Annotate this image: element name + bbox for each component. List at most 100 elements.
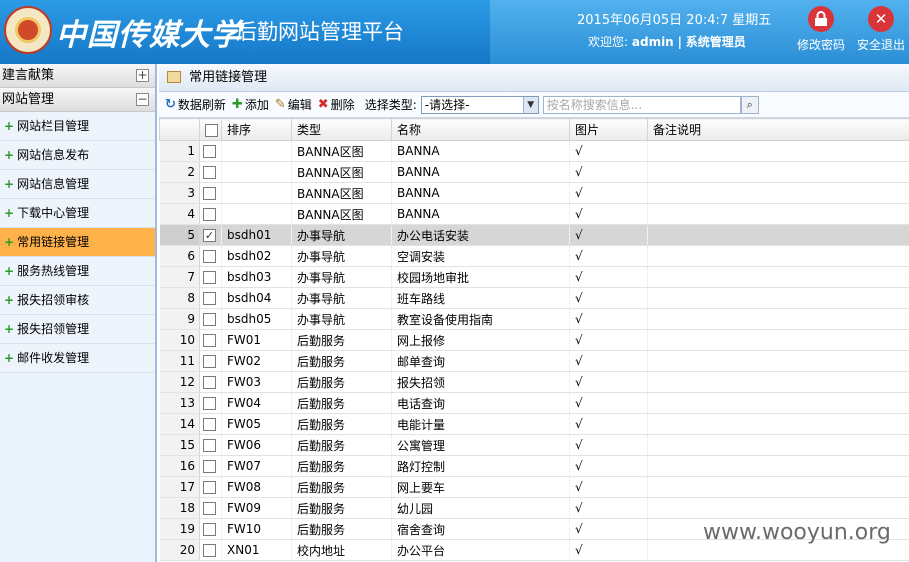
table-row[interactable]: 15 FW06 后勤服务 公寓管理 √ xyxy=(159,434,909,456)
table-row[interactable]: 18 FW09 后勤服务 幼儿园 √ xyxy=(159,497,909,519)
row-checkbox[interactable] xyxy=(203,250,216,263)
row-checkbox-cell[interactable] xyxy=(199,371,222,393)
row-checkbox-cell[interactable]: ✓ xyxy=(199,224,222,246)
sidebar-item-info-publish[interactable]: + 网站信息发布 xyxy=(0,141,155,170)
row-checkbox-cell[interactable] xyxy=(199,308,222,330)
delete-button[interactable]: ✖ 删除 xyxy=(318,96,355,113)
type-filter-select[interactable]: -请选择- ▼ xyxy=(420,95,539,114)
cell-image: √ xyxy=(569,371,648,393)
cell-note xyxy=(647,329,909,351)
links-table: 排序 类型 名称 图片 备注说明 1 BANNA区图 BANNA √ 2 BANNA区图 B… xyxy=(159,118,909,561)
edit-icon: ✎ xyxy=(274,97,286,112)
search-input[interactable]: 按名称搜索信息... xyxy=(542,95,741,114)
table-row[interactable]: 12 FW03 后勤服务 报失招领 √ xyxy=(159,371,909,393)
table-row[interactable]: 1 BANNA区图 BANNA √ xyxy=(159,140,909,162)
row-checkbox-cell[interactable] xyxy=(199,287,222,309)
table-row[interactable]: 3 BANNA区图 BANNA √ xyxy=(159,182,909,204)
row-checkbox-cell[interactable] xyxy=(199,203,222,225)
sidebar-item-column-mgmt[interactable]: + 网站栏目管理 xyxy=(0,112,155,141)
row-checkbox-cell[interactable] xyxy=(199,161,222,183)
cell-type: 后勤服务 xyxy=(291,329,392,351)
row-number: 9 xyxy=(159,308,200,330)
cell-type: 办事导航 xyxy=(291,266,392,288)
column-header-image[interactable]: 图片 xyxy=(569,118,648,141)
row-checkbox-cell[interactable] xyxy=(199,497,222,519)
add-button[interactable]: ✚ 添加 xyxy=(232,96,269,113)
table-row[interactable]: 4 BANNA区图 BANNA √ xyxy=(159,203,909,225)
row-checkbox[interactable] xyxy=(203,544,216,557)
sidebar-item-lostfound-review[interactable]: + 报失招领审核 xyxy=(0,286,155,315)
change-password-button[interactable]: 修改密码 xyxy=(793,6,849,53)
row-checkbox-cell[interactable] xyxy=(199,140,222,162)
sidebar-item-info-mgmt[interactable]: + 网站信息管理 xyxy=(0,170,155,199)
search-button[interactable]: ⌕ xyxy=(740,95,759,114)
row-checkbox[interactable] xyxy=(203,502,216,515)
row-checkbox-cell[interactable] xyxy=(199,392,222,414)
table-row[interactable]: 11 FW02 后勤服务 邮单查询 √ xyxy=(159,350,909,372)
sidebar-group-suggestions[interactable]: 建言献策 + xyxy=(0,64,155,88)
row-checkbox-cell[interactable] xyxy=(199,539,222,561)
expand-icon[interactable]: + xyxy=(136,69,149,82)
row-number: 14 xyxy=(159,413,200,435)
row-checkbox[interactable] xyxy=(203,334,216,347)
row-checkbox-cell[interactable] xyxy=(199,518,222,540)
row-checkbox[interactable] xyxy=(203,460,216,473)
table-row[interactable]: 10 FW01 后勤服务 网上报修 √ xyxy=(159,329,909,351)
table-row[interactable]: 17 FW08 后勤服务 网上要车 √ xyxy=(159,476,909,498)
table-row[interactable]: 8 bsdh04 办事导航 班车路线 √ xyxy=(159,287,909,309)
select-all-checkbox[interactable] xyxy=(205,123,218,137)
row-number: 12 xyxy=(159,371,200,393)
cell-note xyxy=(647,455,909,477)
row-checkbox[interactable] xyxy=(203,355,216,368)
sidebar-item-download-mgmt[interactable]: + 下载中心管理 xyxy=(0,199,155,228)
row-checkbox[interactable] xyxy=(203,481,216,494)
table-row[interactable]: 6 bsdh02 办事导航 空调安装 √ xyxy=(159,245,909,267)
row-checkbox-cell[interactable] xyxy=(199,476,222,498)
row-checkbox-cell[interactable] xyxy=(199,329,222,351)
edit-button[interactable]: ✎ 编辑 xyxy=(275,96,312,113)
row-checkbox[interactable] xyxy=(203,292,216,305)
row-checkbox[interactable] xyxy=(203,166,216,179)
cell-order: bsdh05 xyxy=(221,308,292,330)
sidebar-group-website[interactable]: 网站管理 − xyxy=(0,88,155,112)
row-checkbox-cell[interactable] xyxy=(199,434,222,456)
table-row[interactable]: 2 BANNA区图 BANNA √ xyxy=(159,161,909,183)
cell-image: √ xyxy=(569,539,648,561)
row-checkbox[interactable]: ✓ xyxy=(203,229,216,242)
sidebar-item-links-mgmt[interactable]: + 常用链接管理 xyxy=(0,228,155,257)
row-checkbox[interactable] xyxy=(203,313,216,326)
row-checkbox[interactable] xyxy=(203,271,216,284)
sidebar-item-lostfound-mgmt[interactable]: + 报失招领管理 xyxy=(0,315,155,344)
row-checkbox[interactable] xyxy=(203,439,216,452)
column-header-type[interactable]: 类型 xyxy=(291,118,392,141)
collapse-icon[interactable]: − xyxy=(136,93,149,106)
table-row[interactable]: 9 bsdh05 办事导航 教室设备使用指南 √ xyxy=(159,308,909,330)
table-row[interactable]: 13 FW04 后勤服务 电话查询 √ xyxy=(159,392,909,414)
row-checkbox[interactable] xyxy=(203,208,216,221)
sidebar-item-hotline-mgmt[interactable]: + 服务热线管理 xyxy=(0,257,155,286)
chevron-down-icon[interactable]: ▼ xyxy=(522,96,538,113)
column-header-name[interactable]: 名称 xyxy=(391,118,570,141)
column-header-note[interactable]: 备注说明 xyxy=(647,118,909,141)
refresh-button[interactable]: ↻ 数据刷新 xyxy=(165,96,226,113)
table-row[interactable]: 5 ✓ bsdh01 办事导航 办公电话安装 √ xyxy=(159,224,909,246)
row-checkbox-cell[interactable] xyxy=(199,182,222,204)
table-row[interactable]: 7 bsdh03 办事导航 校园场地审批 √ xyxy=(159,266,909,288)
select-all-header[interactable] xyxy=(199,118,222,141)
row-checkbox-cell[interactable] xyxy=(199,245,222,267)
row-checkbox[interactable] xyxy=(203,418,216,431)
sidebar-item-mail-mgmt[interactable]: + 邮件收发管理 xyxy=(0,344,155,373)
row-checkbox[interactable] xyxy=(203,523,216,536)
column-header-order[interactable]: 排序 xyxy=(221,118,292,141)
row-checkbox-cell[interactable] xyxy=(199,413,222,435)
row-checkbox-cell[interactable] xyxy=(199,266,222,288)
table-row[interactable]: 16 FW07 后勤服务 路灯控制 √ xyxy=(159,455,909,477)
table-row[interactable]: 14 FW05 后勤服务 电能计量 √ xyxy=(159,413,909,435)
row-checkbox[interactable] xyxy=(203,397,216,410)
row-checkbox-cell[interactable] xyxy=(199,350,222,372)
row-checkbox[interactable] xyxy=(203,145,216,158)
row-checkbox[interactable] xyxy=(203,187,216,200)
logout-button[interactable]: ✕ 安全退出 xyxy=(853,6,909,53)
row-checkbox[interactable] xyxy=(203,376,216,389)
row-checkbox-cell[interactable] xyxy=(199,455,222,477)
